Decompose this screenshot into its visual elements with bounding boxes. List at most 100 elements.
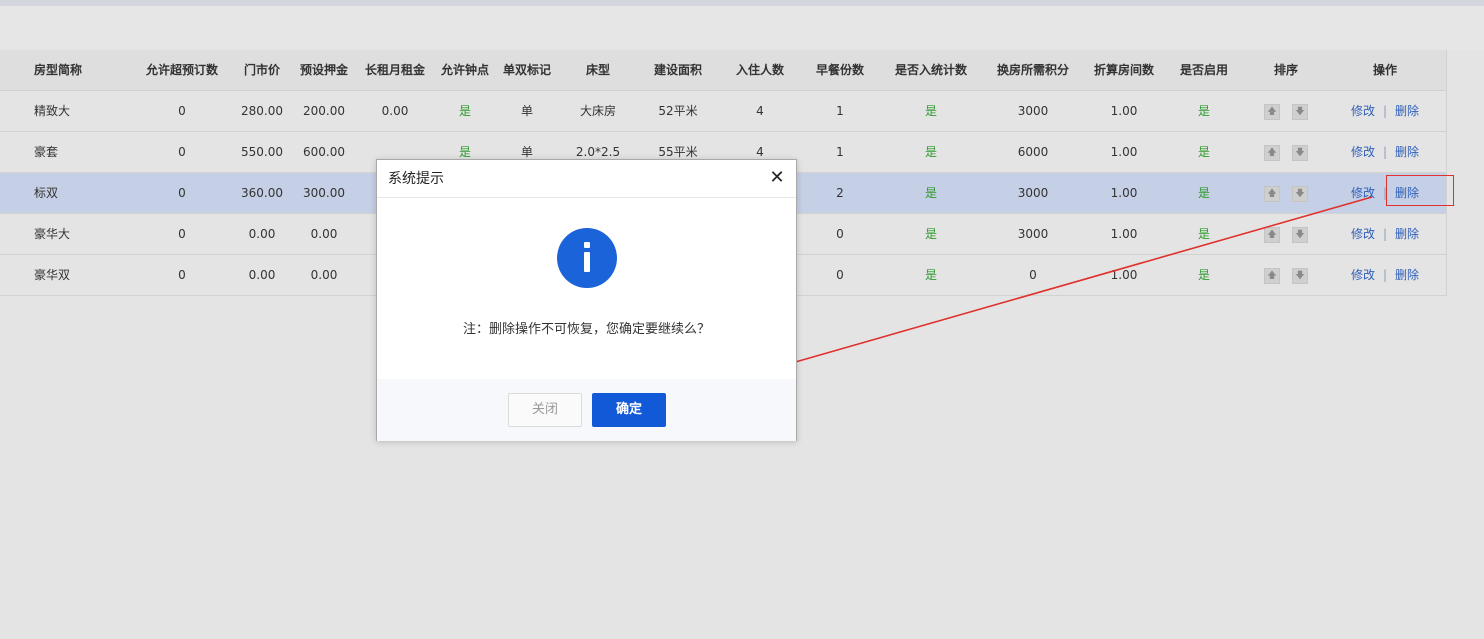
confirm-dialog: 系统提示 ✕ 注：删除操作不可恢复，您确定要继续么？ 关闭 确定	[376, 159, 797, 441]
sort-down-icon[interactable]: 🡇	[1292, 226, 1308, 243]
cell-counted: 是	[924, 227, 937, 241]
cell-price: 360.00	[241, 186, 283, 200]
cell-actions: 修改 | 删除	[1330, 91, 1440, 131]
cell-enabled: 是	[1197, 186, 1210, 200]
cell-price: 280.00	[241, 104, 283, 118]
sort-down-icon[interactable]: 🡇	[1292, 267, 1308, 284]
sort-up-icon[interactable]: 🡅	[1264, 267, 1280, 284]
cell-name: 标双	[34, 186, 59, 200]
cell-room-count: 1.00	[1110, 268, 1138, 282]
cell-area: 52平米	[658, 104, 698, 118]
cell-counted: 是	[924, 186, 937, 200]
cell-actions: 修改 | 删除	[1330, 255, 1440, 295]
sort-up-icon[interactable]: 🡅	[1264, 144, 1280, 161]
cell-actions: 修改 | 删除	[1330, 214, 1440, 254]
cell-counted: 是	[924, 268, 937, 282]
cell-name: 豪华双	[34, 268, 71, 282]
sort-down-icon[interactable]: 🡇	[1292, 144, 1308, 161]
cell-enabled: 是	[1197, 227, 1210, 241]
cell-sort: 🡅 🡇	[1250, 214, 1322, 254]
cell-room-count: 1.00	[1110, 104, 1138, 118]
col-header-actions: 操作	[1372, 63, 1397, 77]
sort-down-icon[interactable]: 🡇	[1292, 185, 1308, 202]
cell-overbook: 0	[178, 104, 186, 118]
cell-points: 3000	[1017, 186, 1049, 200]
delete-link[interactable]: 删除	[1395, 268, 1419, 282]
col-header-enabled: 是否启用	[1179, 63, 1228, 77]
confirm-button[interactable]: 确定	[592, 393, 666, 427]
cell-deposit: 600.00	[303, 145, 345, 159]
cell-overbook: 0	[178, 145, 186, 159]
cell-sort: 🡅 🡇	[1250, 173, 1322, 213]
cell-rent: 0.00	[381, 104, 409, 118]
sort-up-icon[interactable]: 🡅	[1264, 103, 1280, 120]
dialog-message: 注：删除操作不可恢复，您确定要继续么？	[462, 322, 710, 337]
info-icon	[557, 228, 617, 288]
action-divider: |	[1382, 145, 1388, 159]
cell-guests: 4	[756, 104, 764, 118]
cell-points: 0	[1029, 268, 1037, 282]
cell-overbook: 0	[178, 186, 186, 200]
cell-deposit: 300.00	[303, 186, 345, 200]
cell-bed: 大床房	[579, 104, 616, 118]
action-divider: |	[1382, 268, 1388, 282]
cell-hourly: 是	[458, 104, 471, 118]
cell-points: 6000	[1017, 145, 1049, 159]
col-header-name: 房型简称	[34, 63, 83, 77]
table-header: 房型简称 允许超预订数 门市价 预设押金 长租月租金 允许钟点 单双标记 床型 …	[0, 50, 1446, 91]
delete-link[interactable]: 删除	[1395, 104, 1419, 118]
col-header-overbook: 允许超预订数	[145, 63, 218, 77]
delete-link[interactable]: 删除	[1395, 227, 1419, 241]
edit-link[interactable]: 修改	[1351, 227, 1375, 241]
cell-room-count: 1.00	[1110, 227, 1138, 241]
cell-price: 0.00	[248, 268, 276, 282]
dialog-title: 系统提示	[377, 160, 796, 198]
edit-link[interactable]: 修改	[1351, 186, 1375, 200]
col-header-counted: 是否入统计数	[894, 63, 967, 77]
cell-counted: 是	[924, 104, 937, 118]
action-divider: |	[1382, 104, 1388, 118]
action-divider: |	[1382, 227, 1388, 241]
dialog-footer: 关闭 确定	[377, 379, 796, 441]
col-header-points: 换房所需积分	[996, 63, 1069, 77]
cell-enabled: 是	[1197, 268, 1210, 282]
cell-deposit: 0.00	[310, 268, 338, 282]
col-header-rent: 长租月租金	[364, 63, 425, 77]
toolbar-area	[0, 6, 1484, 50]
sort-up-icon[interactable]: 🡅	[1264, 185, 1280, 202]
edit-link[interactable]: 修改	[1351, 104, 1375, 118]
cell-name: 豪华大	[34, 227, 71, 241]
cell-sort: 🡅 🡇	[1250, 91, 1322, 131]
col-header-hourly: 允许钟点	[440, 63, 489, 77]
col-header-area: 建设面积	[653, 63, 702, 77]
col-header-deposit: 预设押金	[299, 63, 348, 77]
cell-price: 0.00	[248, 227, 276, 241]
cell-points: 3000	[1017, 227, 1049, 241]
sort-down-icon[interactable]: 🡇	[1292, 103, 1308, 120]
cell-breakfast: 2	[836, 186, 844, 200]
edit-link[interactable]: 修改	[1351, 145, 1375, 159]
sort-up-icon[interactable]: 🡅	[1264, 226, 1280, 243]
col-header-breakfast: 早餐份数	[815, 63, 864, 77]
cell-name: 精致大	[34, 104, 71, 118]
cell-single-double: 单	[520, 104, 533, 118]
edit-link[interactable]: 修改	[1351, 268, 1375, 282]
cell-room-count: 1.00	[1110, 145, 1138, 159]
close-icon[interactable]: ✕	[766, 167, 788, 189]
table-row[interactable]: 精致大 0 280.00 200.00 0.00 是 单 大床房 52平米 4 1 是 3000 1.00…	[0, 91, 1446, 132]
close-button[interactable]: 关闭	[508, 393, 582, 427]
col-header-single-double: 单双标记	[502, 63, 551, 77]
cell-sort: 🡅 🡇	[1250, 255, 1322, 295]
cell-points: 3000	[1017, 104, 1049, 118]
cell-actions: 修改 | 删除	[1330, 132, 1440, 172]
cell-deposit: 200.00	[303, 104, 345, 118]
cell-breakfast: 1	[836, 104, 844, 118]
cell-name: 豪套	[34, 145, 59, 159]
delete-link[interactable]: 删除	[1395, 145, 1419, 159]
cell-enabled: 是	[1197, 104, 1210, 118]
cell-room-count: 1.00	[1110, 186, 1138, 200]
cell-breakfast: 0	[836, 227, 844, 241]
delete-highlight-box	[1386, 175, 1454, 206]
col-header-price: 门市价	[243, 63, 280, 77]
col-header-sort: 排序	[1273, 63, 1298, 77]
